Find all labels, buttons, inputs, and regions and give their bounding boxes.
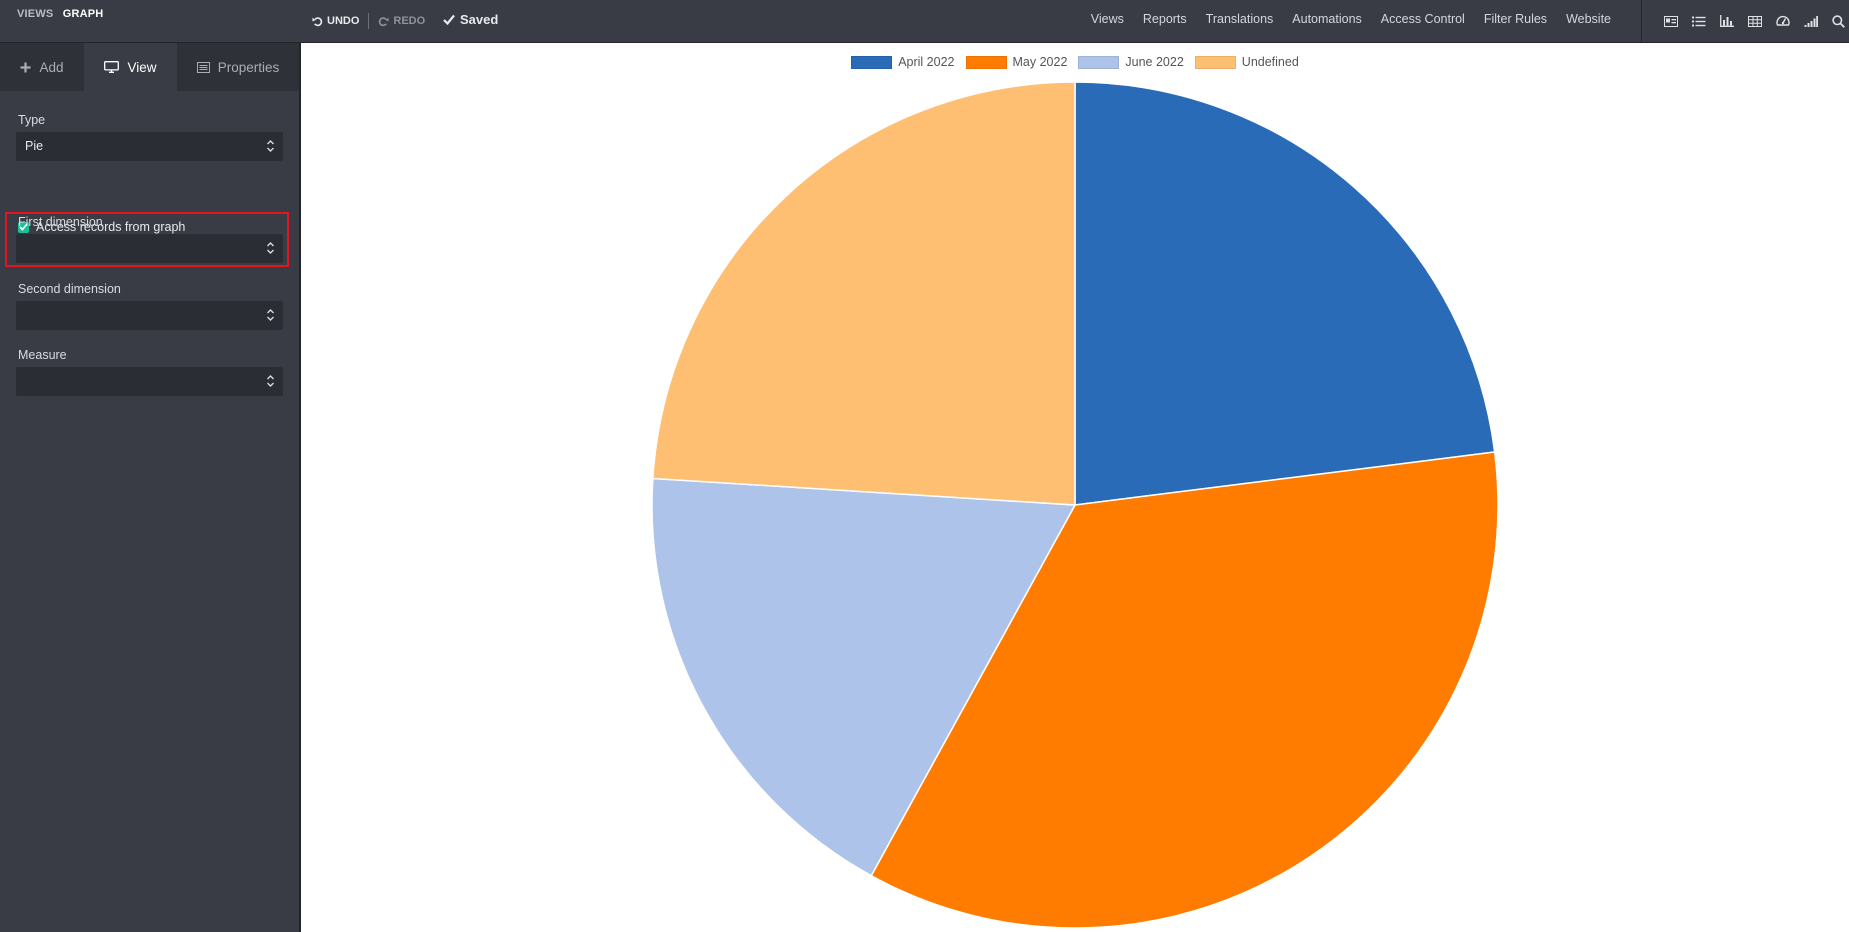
list-icon <box>196 61 210 73</box>
chevron-updown-icon <box>267 140 274 152</box>
breadcrumb-current: GRAPH <box>62 8 104 20</box>
type-label: Type <box>18 113 46 127</box>
second-dimension-label: Second dimension <box>18 282 121 296</box>
nav-filter-rules[interactable]: Filter Rules <box>1484 12 1547 26</box>
view-switcher <box>1641 0 1849 42</box>
saved-label: Saved <box>460 12 499 27</box>
pivot-view-icon[interactable] <box>1747 14 1762 29</box>
measure-select[interactable] <box>16 367 283 396</box>
redo-icon <box>379 16 389 26</box>
editor-sidebar: Add View Properties Type Pie Access reco… <box>0 43 301 932</box>
nav-reports[interactable]: Reports <box>1143 12 1187 26</box>
list-view-icon[interactable] <box>1691 14 1706 29</box>
redo-button[interactable]: REDO <box>378 15 425 27</box>
pie-chart <box>651 81 1499 929</box>
measure-label: Measure <box>18 348 67 362</box>
top-bar: VIEWS GRAPH UNDO REDO Saved Views Report… <box>0 0 1849 43</box>
search-icon[interactable] <box>1831 14 1846 29</box>
first-dimension-select[interactable] <box>16 234 283 263</box>
second-dimension-select[interactable] <box>16 301 283 330</box>
undo-redo-group: UNDO REDO <box>312 13 425 29</box>
form-view-icon[interactable] <box>1663 14 1678 29</box>
graph-view-icon[interactable] <box>1719 14 1734 29</box>
undo-label: UNDO <box>327 15 360 27</box>
tab-view[interactable]: View <box>84 43 177 91</box>
breadcrumb-views[interactable]: VIEWS <box>17 8 53 20</box>
tab-properties[interactable]: Properties <box>177 43 299 91</box>
tab-add-label: Add <box>39 59 64 75</box>
tab-view-label: View <box>127 59 157 75</box>
sidebar-tabs: Add View Properties <box>0 43 299 91</box>
cohort-view-icon[interactable] <box>1803 14 1818 29</box>
type-select-value: Pie <box>25 139 44 153</box>
breadcrumb: VIEWS GRAPH <box>17 8 103 20</box>
pie-slice[interactable] <box>1074 81 1496 506</box>
check-icon <box>443 14 455 25</box>
tab-add[interactable]: Add <box>0 43 84 91</box>
graph-view: April 2022 May 2022 June 2022 Undefined <box>301 43 1849 932</box>
undo-button[interactable]: UNDO <box>312 15 359 27</box>
plus-icon <box>20 62 31 72</box>
first-dimension-label: First dimension <box>18 215 103 229</box>
dashboard-view-icon[interactable] <box>1775 14 1790 29</box>
undo-icon <box>312 16 323 26</box>
nav-website[interactable]: Website <box>1566 12 1611 26</box>
nav-translations[interactable]: Translations <box>1206 12 1274 26</box>
chevron-updown-icon <box>267 309 274 321</box>
nav-views[interactable]: Views <box>1091 12 1124 26</box>
nav-access-control[interactable]: Access Control <box>1381 12 1465 26</box>
chevron-updown-icon <box>267 375 274 387</box>
type-select[interactable]: Pie <box>16 132 283 161</box>
top-navigation: Views Reports Translations Automations A… <box>1091 12 1611 26</box>
redo-label: REDO <box>393 15 426 27</box>
pie-slice[interactable] <box>652 81 1076 506</box>
nav-automations[interactable]: Automations <box>1292 12 1361 26</box>
tab-properties-label: Properties <box>217 59 280 75</box>
saved-status: Saved <box>443 12 498 27</box>
monitor-icon <box>104 61 120 73</box>
divider <box>368 13 370 29</box>
chevron-updown-icon <box>267 242 274 254</box>
